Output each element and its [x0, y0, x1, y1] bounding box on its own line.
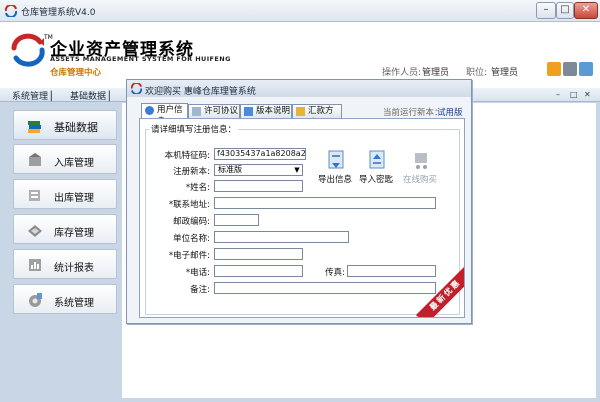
machine-code-label: 本机特征码:	[164, 151, 210, 161]
mdi-restore-button[interactable]: □	[570, 90, 578, 99]
dialog-titlebar: 欢迎购买 惠峰仓库理管系统	[127, 80, 471, 97]
postcode-label: 邮政编码:	[173, 217, 210, 227]
chevron-down-icon: ▼	[294, 166, 300, 174]
stock-out-icon	[29, 190, 40, 201]
email-label: *电子邮件:	[168, 251, 210, 261]
app-titlebar: 仓库管理系统V4.0 – □ ✕	[0, 0, 600, 22]
position-label: 职位:	[466, 68, 488, 78]
menu-system[interactable]: 系统管理 ▏	[12, 89, 58, 102]
exit-icon[interactable]	[579, 62, 593, 76]
info-icon	[244, 107, 253, 116]
sidebar-item-stock-in[interactable]: 入库管理	[13, 144, 117, 174]
reg-version-value: 标准版	[218, 165, 242, 174]
buy-online-button[interactable]: 在线购买	[400, 149, 440, 189]
fieldset-label: 请详细填写注册信息：	[149, 123, 239, 135]
tab-payment[interactable]: 汇款方式	[292, 104, 342, 128]
sidebar-item-inventory[interactable]: 库存管理	[13, 214, 117, 244]
address-field[interactable]	[214, 197, 436, 209]
folder-icon	[296, 107, 305, 116]
sidebar-item-basic-data[interactable]: 基础数据	[13, 110, 117, 140]
remark-field[interactable]	[214, 282, 436, 294]
phone-field[interactable]	[214, 265, 303, 277]
app-title: 仓库管理系统V4.0	[21, 8, 96, 18]
app-logo-icon	[131, 83, 142, 94]
export-info-button[interactable]: 导出信息	[315, 149, 355, 189]
books-icon	[28, 121, 41, 133]
sidebar-item-system[interactable]: 系统管理	[13, 284, 117, 314]
operator-label: 操作人员:	[382, 68, 422, 78]
name-label: *姓名:	[185, 183, 210, 193]
fax-label: 传真:	[325, 268, 345, 278]
tab-version-notes[interactable]: 版本说明	[240, 104, 292, 118]
postcode-field[interactable]	[214, 214, 259, 226]
inventory-icon	[28, 225, 42, 237]
mdi-minimize-button[interactable]: –	[556, 90, 560, 99]
sidebar-item-label: 统计报表	[54, 263, 94, 274]
import-icon	[369, 150, 385, 169]
logo-caption: 仓库管理中心	[50, 68, 102, 78]
sidebar-item-report[interactable]: 统计报表	[13, 249, 117, 279]
import-key-label: 导入密匙	[358, 175, 393, 185]
remark-label: 备注:	[190, 285, 210, 295]
brand-logo-icon	[11, 33, 45, 67]
logo-subtitle: ASSETS MANAGEMENT SYSTEM FOR HUIFENG	[50, 55, 231, 63]
dialog-title: 欢迎购买 惠峰仓库理管系统	[145, 87, 256, 97]
report-icon	[29, 259, 41, 271]
email-field[interactable]	[214, 248, 303, 260]
tab-label: 版本说明	[256, 106, 291, 116]
sidebar-item-label: 出库管理	[54, 193, 94, 204]
phone-label: *电话:	[185, 268, 210, 278]
import-key-button[interactable]: 导入密匙	[356, 149, 396, 189]
purchase-dialog: 欢迎购买 惠峰仓库理管系统 用户信息 许可协议 版本说明 汇款方式 当前运行新本…	[126, 79, 472, 324]
machine-code-field[interactable]: f43035437a1a8208a2	[214, 148, 306, 160]
sidebar-item-label: 系统管理	[54, 298, 94, 309]
version-label: 当前运行新本：	[383, 108, 443, 118]
reg-version-label: 注册新本:	[173, 167, 210, 177]
lock-icon[interactable]	[563, 62, 577, 76]
promo-ribbon[interactable]: 最新优惠	[414, 267, 464, 317]
menu-basic-data[interactable]: 基础数据 ▏	[70, 89, 116, 102]
close-button[interactable]: ✕	[574, 2, 598, 19]
promo-ribbon-text: 最新优惠	[416, 267, 464, 317]
home-icon[interactable]	[547, 62, 561, 76]
operator-value: 管理员	[422, 68, 450, 78]
cart-icon	[415, 153, 427, 169]
mdi-close-button[interactable]: ✕	[584, 90, 591, 99]
tab-label: 许可协议	[204, 106, 239, 116]
sidebar-item-label: 基础数据	[54, 121, 98, 134]
name-field[interactable]	[214, 180, 303, 192]
position-value: 管理员	[491, 68, 519, 78]
company-field[interactable]	[214, 231, 349, 243]
app-logo-icon	[5, 5, 17, 17]
maximize-button[interactable]: □	[556, 2, 574, 19]
document-icon	[192, 107, 201, 116]
user-icon	[145, 106, 154, 115]
tab-license[interactable]: 许可协议	[188, 104, 240, 118]
user-info-panel: 请详细填写注册信息： 本机特征码: f43035437a1a8208a2 注册新…	[139, 118, 465, 318]
version-value: 试用版	[437, 108, 463, 118]
minimize-button[interactable]: –	[536, 2, 556, 19]
sidebar-item-label: 入库管理	[54, 158, 94, 169]
sidebar-item-stock-out[interactable]: 出库管理	[13, 179, 117, 209]
address-label: *联系地址:	[168, 200, 210, 210]
reg-version-select[interactable]: 标准版 ▼	[214, 164, 303, 176]
sidebar-item-label: 库存管理	[54, 228, 94, 239]
export-icon	[328, 150, 344, 169]
settings-icon	[29, 293, 42, 307]
company-label: 单位名称:	[173, 234, 210, 244]
tab-user-info[interactable]: 用户信息	[141, 103, 188, 127]
stock-in-icon	[29, 153, 41, 166]
sidebar: 基础数据 入库管理 出库管理 库存管理 统计报表 系统管理	[9, 106, 121, 398]
buy-online-label: 在线购买	[402, 175, 437, 185]
